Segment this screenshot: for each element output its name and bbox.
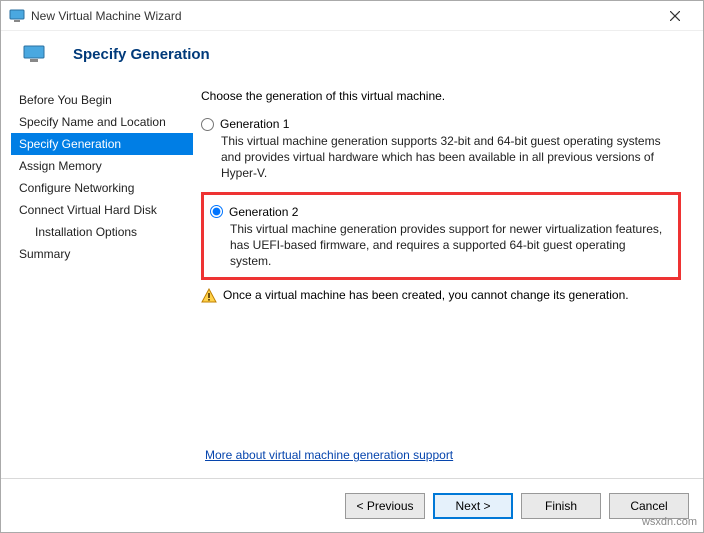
generation-1-radio[interactable] [201, 118, 214, 131]
intro-text: Choose the generation of this virtual ma… [201, 89, 681, 103]
sidebar: Before You BeginSpecify Name and Locatio… [1, 89, 193, 478]
wizard-icon [9, 8, 25, 24]
generation-2-block: Generation 2 This virtual machine genera… [201, 192, 681, 281]
generation-2-radio[interactable] [210, 205, 223, 218]
cancel-button[interactable]: Cancel [609, 493, 689, 519]
generation-2-label: Generation 2 [229, 205, 298, 219]
header: Specify Generation [1, 31, 703, 63]
footer: < Previous Next > Finish Cancel [1, 478, 703, 532]
header-icon [23, 45, 45, 63]
warning-row: Once a virtual machine has been created,… [201, 288, 681, 304]
sidebar-item[interactable]: Before You Begin [11, 89, 193, 111]
window-title: New Virtual Machine Wizard [31, 9, 655, 23]
generation-1-label: Generation 1 [220, 117, 289, 131]
generation-1-option[interactable]: Generation 1 [201, 117, 681, 131]
previous-button[interactable]: < Previous [345, 493, 425, 519]
sidebar-item[interactable]: Assign Memory [11, 155, 193, 177]
sidebar-item[interactable]: Specify Name and Location [11, 111, 193, 133]
sidebar-item[interactable]: Configure Networking [11, 177, 193, 199]
warning-text: Once a virtual machine has been created,… [223, 288, 629, 302]
warning-icon [201, 288, 217, 304]
content: Choose the generation of this virtual ma… [193, 89, 703, 478]
page-title: Specify Generation [73, 46, 210, 63]
close-button[interactable] [655, 2, 695, 30]
generation-2-option[interactable]: Generation 2 [210, 205, 670, 219]
help-link-area: More about virtual machine generation su… [205, 448, 453, 462]
titlebar: New Virtual Machine Wizard [1, 1, 703, 31]
wizard-window: New Virtual Machine Wizard Specify Gener… [0, 0, 704, 533]
generation-2-description: This virtual machine generation provides… [230, 221, 670, 270]
help-link[interactable]: More about virtual machine generation su… [205, 448, 453, 462]
watermark: wsxdn.com [642, 516, 697, 528]
sidebar-item[interactable]: Specify Generation [11, 133, 193, 155]
close-icon [670, 11, 680, 21]
sidebar-item[interactable]: Installation Options [11, 221, 193, 243]
generation-1-description: This virtual machine generation supports… [221, 133, 681, 182]
sidebar-item[interactable]: Connect Virtual Hard Disk [11, 199, 193, 221]
next-button[interactable]: Next > [433, 493, 513, 519]
finish-button[interactable]: Finish [521, 493, 601, 519]
sidebar-item[interactable]: Summary [11, 243, 193, 265]
body: Before You BeginSpecify Name and Locatio… [1, 63, 703, 478]
